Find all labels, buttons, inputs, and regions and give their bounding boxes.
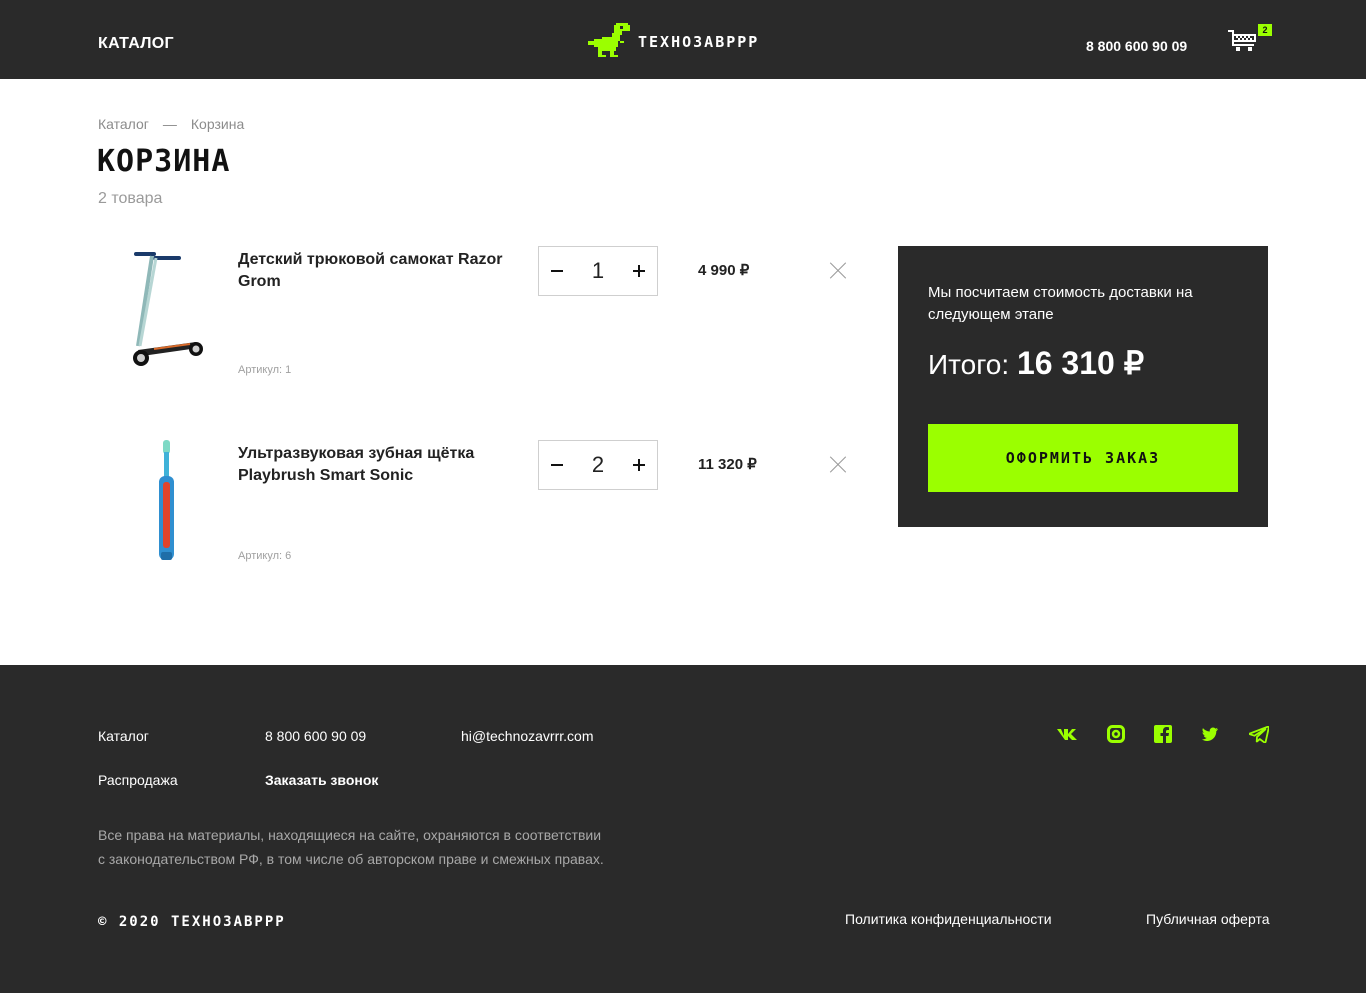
site-logo[interactable]: ТЕХНОЗАВРРР <box>588 20 759 60</box>
brand-name: ТЕХНОЗАВРРР <box>638 32 760 51</box>
close-icon[interactable] <box>828 261 848 281</box>
minus-icon[interactable] <box>549 263 565 279</box>
footer-phone[interactable]: 8 800 600 90 09 <box>265 728 366 744</box>
order-summary: Мы посчитаем стоимость доставки на следу… <box>898 246 1268 527</box>
delivery-note: Мы посчитаем стоимость доставки на следу… <box>928 284 1193 323</box>
header-catalog-link[interactable]: КАТАЛОГ <box>98 35 174 53</box>
header-phone[interactable]: 8 800 600 90 09 <box>1086 38 1187 54</box>
item-count: 2 товара <box>98 190 163 207</box>
item-price: 4 990 ₽ <box>698 262 750 279</box>
quantity-stepper: 2 <box>538 440 658 490</box>
privacy-link[interactable]: Политика конфиденциальности <box>845 911 1052 927</box>
close-icon[interactable] <box>828 455 848 475</box>
telegram-icon[interactable] <box>1248 723 1270 745</box>
rights-line-1: Все права на материалы, находящиеся на с… <box>98 827 602 843</box>
plus-icon[interactable] <box>631 263 647 279</box>
vk-icon[interactable] <box>1056 723 1078 745</box>
item-name[interactable]: Ультразвуковая зубная щётка Playbrush Sm… <box>238 443 508 487</box>
checkout-button[interactable]: ОФОРМИТЬ ЗАКАЗ <box>928 424 1238 492</box>
footer-sale-link[interactable]: Распродажа <box>98 772 178 788</box>
breadcrumb-current: Корзина <box>190 116 245 132</box>
quantity-value[interactable]: 1 <box>592 258 604 284</box>
order-total: Итого: 16 310 ₽ <box>928 344 1144 382</box>
item-sku: Артикул: 1 <box>238 364 292 376</box>
minus-icon[interactable] <box>549 457 565 473</box>
cart-item: Ультразвуковая зубная щётка Playbrush Sm… <box>98 440 868 580</box>
footer-email[interactable]: hi@technozavrrr.com <box>461 728 593 744</box>
cart-button[interactable]: 2 <box>1228 24 1272 56</box>
footer-catalog-link[interactable]: Каталог <box>98 728 149 744</box>
twitter-icon[interactable] <box>1199 723 1221 745</box>
dino-logo-icon <box>588 23 630 57</box>
total-label: Итого: <box>928 349 1010 380</box>
total-value: 16 310 ₽ <box>1016 345 1145 381</box>
plus-icon[interactable] <box>631 457 647 473</box>
rights-text: Все права на материалы, находящиеся на с… <box>98 823 658 871</box>
quantity-value[interactable]: 2 <box>592 452 604 478</box>
site-header: КАТАЛОГ ТЕХНОЗАВРРР 8 800 600 90 09 2 <box>0 0 1366 79</box>
item-price: 11 320 ₽ <box>698 456 757 473</box>
facebook-icon[interactable] <box>1152 723 1174 745</box>
cart-count-badge: 2 <box>1258 24 1272 36</box>
toothbrush-image[interactable] <box>108 440 218 570</box>
item-sku: Артикул: 6 <box>238 550 292 562</box>
page-title: КОРЗИНА <box>97 144 231 179</box>
offer-link[interactable]: Публичная оферта <box>1146 911 1270 927</box>
breadcrumb-separator: — <box>162 116 177 132</box>
rights-line-2: с законодательством РФ, в том числе об а… <box>98 851 604 867</box>
social-links <box>1056 723 1270 747</box>
scooter-image[interactable] <box>108 246 218 376</box>
site-footer: Каталог Распродажа 8 800 600 90 09 Заказ… <box>0 665 1366 993</box>
item-name[interactable]: Детский трюковой самокат Razor Grom <box>238 249 508 293</box>
instagram-icon[interactable] <box>1105 723 1127 745</box>
breadcrumb: Каталог — Корзина <box>98 116 244 132</box>
quantity-stepper: 1 <box>538 246 658 296</box>
copyright: © 2020 ТЕХНОЗАВРРР <box>98 914 286 930</box>
cart-icon <box>1228 30 1256 51</box>
callback-link[interactable]: Заказать звонок <box>265 772 378 788</box>
cart-item: Детский трюковой самокат Razor Grom Арти… <box>98 246 868 386</box>
breadcrumb-catalog[interactable]: Каталог <box>98 116 149 132</box>
